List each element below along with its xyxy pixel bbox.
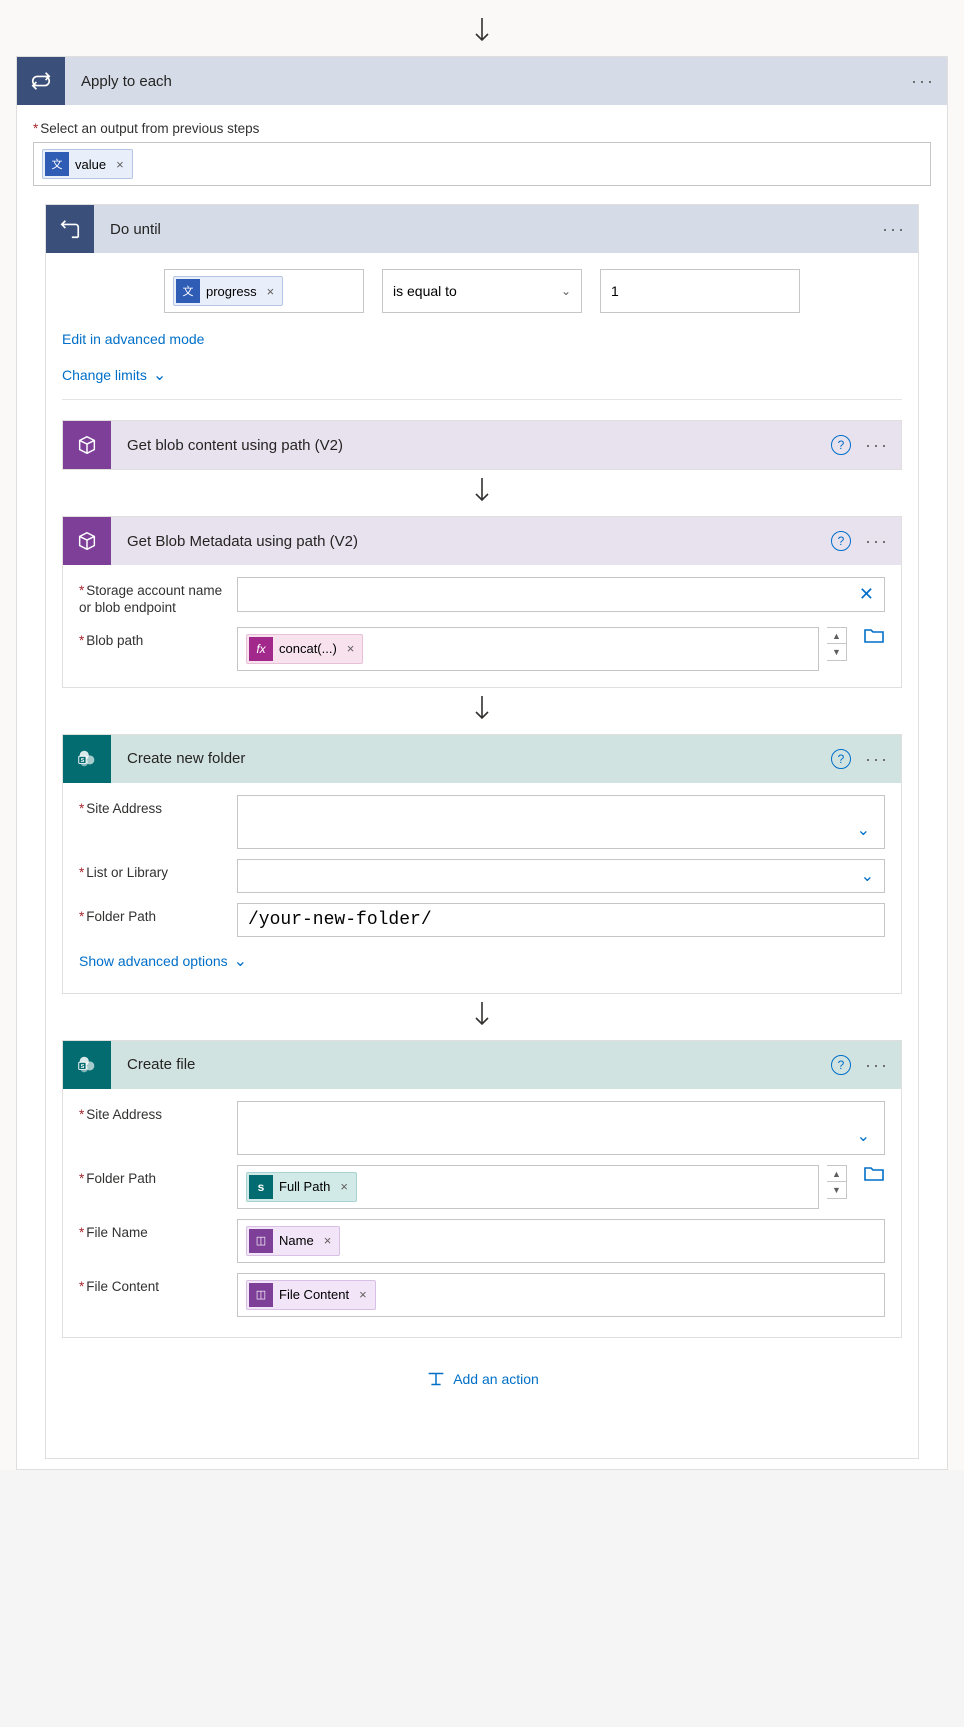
do-until-header[interactable]: Do until ···	[46, 205, 918, 253]
remove-token-button[interactable]: ×	[340, 1179, 348, 1194]
chevron-down-icon: ⌄	[234, 951, 247, 971]
chevron-down-icon: ⌄	[857, 820, 870, 840]
remove-token-button[interactable]: ×	[359, 1287, 367, 1302]
name-token[interactable]: ◫ Name ×	[246, 1226, 340, 1256]
select-output-label: *Select an output from previous steps	[33, 121, 931, 136]
chevron-down-icon: ⌄	[861, 866, 874, 886]
get-blob-metadata-header[interactable]: Get Blob Metadata using path (V2) ? ···	[63, 517, 901, 565]
remove-token-button[interactable]: ×	[267, 284, 275, 299]
list-library-dropdown[interactable]: ⌄	[237, 859, 885, 893]
apply-to-each-card: Apply to each ··· *Select an output from…	[16, 56, 948, 1470]
operator-dropdown[interactable]: is equal to ⌄	[382, 269, 582, 313]
blob-icon	[63, 421, 111, 469]
arrow-connector	[62, 688, 902, 734]
more-icon[interactable]: ···	[865, 750, 889, 768]
sharepoint-token-icon: s	[249, 1175, 273, 1199]
get-blob-metadata-title: Get Blob Metadata using path (V2)	[111, 533, 831, 550]
blob-path-label: *Blob path	[79, 627, 229, 650]
sharepoint-icon: S	[63, 735, 111, 783]
blob-token-icon: ◫	[249, 1229, 273, 1253]
site-address-label: *Site Address	[79, 1101, 229, 1124]
more-icon[interactable]: ···	[865, 532, 889, 550]
change-limits-link[interactable]: Change limits ⌄	[62, 365, 166, 385]
do-until-card: Do until ··· 文 progress × is	[45, 204, 919, 1459]
list-library-label: *List or Library	[79, 859, 229, 882]
stepper-control[interactable]: ▲▼	[827, 627, 847, 661]
create-file-card: S Create file ? ··· *Site Address	[62, 1040, 902, 1338]
loop-icon	[17, 57, 65, 105]
help-icon[interactable]: ?	[831, 1055, 851, 1075]
folder-path-label: *Folder Path	[79, 1165, 229, 1188]
file-name-label: *File Name	[79, 1219, 229, 1242]
help-icon[interactable]: ?	[831, 435, 851, 455]
chevron-down-icon: ⌄	[153, 365, 166, 385]
chevron-down-icon: ⌄	[561, 284, 571, 298]
site-address-label: *Site Address	[79, 795, 229, 818]
folder-picker-button[interactable]	[863, 627, 885, 645]
file-content-label: *File Content	[79, 1273, 229, 1296]
storage-label: *Storage account name or blob endpoint	[79, 577, 229, 617]
add-action-button[interactable]: Add an action	[425, 1368, 539, 1390]
more-icon[interactable]: ···	[911, 72, 935, 90]
arrow-connector	[62, 470, 902, 516]
create-folder-header[interactable]: S Create new folder ? ···	[63, 735, 901, 783]
help-icon[interactable]: ?	[831, 531, 851, 551]
folder-path-input[interactable]: /your-new-folder/	[237, 903, 885, 937]
create-file-header[interactable]: S Create file ? ···	[63, 1041, 901, 1089]
fx-icon: fx	[249, 637, 273, 661]
folder-picker-button[interactable]	[863, 1165, 885, 1183]
arrow-connector	[62, 994, 902, 1040]
create-folder-card: S Create new folder ? ··· *Site Address	[62, 734, 902, 994]
folder-path-input[interactable]: s Full Path ×	[237, 1165, 819, 1209]
create-folder-title: Create new folder	[111, 750, 831, 767]
full-path-token[interactable]: s Full Path ×	[246, 1172, 357, 1202]
get-blob-content-header[interactable]: Get blob content using path (V2) ? ···	[63, 421, 901, 469]
edit-advanced-link[interactable]: Edit in advanced mode	[62, 331, 204, 347]
arrow-connector	[0, 10, 964, 56]
remove-token-button[interactable]: ×	[347, 641, 355, 656]
value-token[interactable]: 文 value ×	[42, 149, 133, 179]
blob-path-input[interactable]: fx concat(...) ×	[237, 627, 819, 671]
more-icon[interactable]: ···	[882, 220, 906, 238]
file-content-input[interactable]: ◫ File Content ×	[237, 1273, 885, 1317]
clear-icon[interactable]: ✕	[859, 584, 874, 605]
do-until-icon	[46, 205, 94, 253]
get-blob-content-card: Get blob content using path (V2) ? ···	[62, 420, 902, 470]
show-advanced-link[interactable]: Show advanced options ⌄	[79, 951, 247, 971]
apply-to-each-header[interactable]: Apply to each ···	[17, 57, 947, 105]
translator-icon: 文	[45, 152, 69, 176]
get-blob-content-title: Get blob content using path (V2)	[111, 437, 831, 454]
folder-path-label: *Folder Path	[79, 903, 229, 926]
get-blob-metadata-card: Get Blob Metadata using path (V2) ? ··· …	[62, 516, 902, 688]
more-icon[interactable]: ···	[865, 436, 889, 454]
site-address-dropdown[interactable]: ⌄	[237, 795, 885, 849]
condition-right-input[interactable]	[600, 269, 800, 313]
sharepoint-icon: S	[63, 1041, 111, 1089]
add-step-icon	[425, 1368, 447, 1390]
concat-token[interactable]: fx concat(...) ×	[246, 634, 363, 664]
svg-text:S: S	[81, 1064, 85, 1070]
blob-token-icon: ◫	[249, 1283, 273, 1307]
do-until-title: Do until	[94, 221, 882, 238]
file-content-token[interactable]: ◫ File Content ×	[246, 1280, 376, 1310]
chevron-down-icon: ⌄	[857, 1126, 870, 1146]
translator-icon: 文	[176, 279, 200, 303]
help-icon[interactable]: ?	[831, 749, 851, 769]
progress-token[interactable]: 文 progress ×	[173, 276, 283, 306]
select-output-input[interactable]: 文 value ×	[33, 142, 931, 186]
svg-text:S: S	[81, 758, 85, 764]
site-address-dropdown[interactable]: ⌄	[237, 1101, 885, 1155]
condition-left-input[interactable]: 文 progress ×	[164, 269, 364, 313]
stepper-control[interactable]: ▲▼	[827, 1165, 847, 1199]
remove-token-button[interactable]: ×	[116, 157, 124, 172]
storage-input[interactable]: ✕	[237, 577, 885, 612]
remove-token-button[interactable]: ×	[324, 1233, 332, 1248]
file-name-input[interactable]: ◫ Name ×	[237, 1219, 885, 1263]
blob-icon	[63, 517, 111, 565]
apply-to-each-title: Apply to each	[65, 73, 911, 90]
more-icon[interactable]: ···	[865, 1056, 889, 1074]
create-file-title: Create file	[111, 1056, 831, 1073]
